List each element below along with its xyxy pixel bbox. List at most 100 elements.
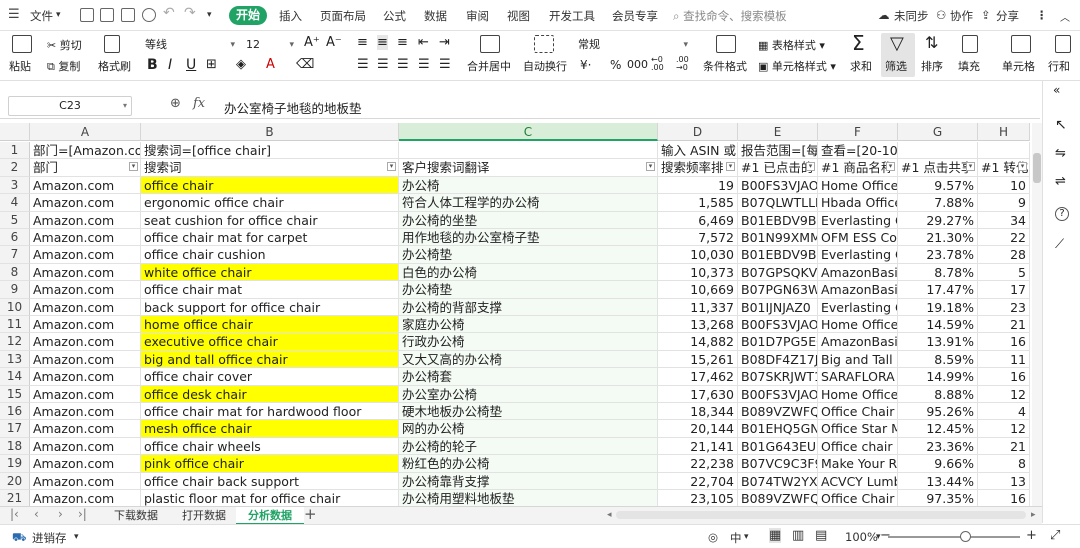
cell-d4[interactable]: 1,585 <box>658 194 738 212</box>
cell-a19[interactable]: Amazon.com <box>30 455 141 473</box>
cell-b7[interactable]: office chair cushion <box>141 246 399 264</box>
cell-b5[interactable]: seat cushion for office chair <box>141 211 399 229</box>
cell-h20[interactable]: 13 <box>978 472 1030 490</box>
cell-g8[interactable]: 8.78% <box>898 263 978 282</box>
page-break-view-icon[interactable]: ▤ <box>815 528 827 543</box>
cell-e12[interactable]: B01D7PG5EC <box>738 333 818 351</box>
filter-button[interactable]: ▽ 筛选 <box>881 33 915 77</box>
inventory-dropdown-icon[interactable]: ▾ <box>74 532 79 542</box>
increase-font-icon[interactable]: A⁺ <box>304 35 320 50</box>
cell-e20[interactable]: B074TW2YXF <box>738 472 818 490</box>
cell-a10[interactable]: Amazon.com <box>30 298 141 316</box>
vertical-scrollbar[interactable] <box>1032 123 1042 506</box>
align-bottom-icon[interactable]: ≡ <box>397 35 408 50</box>
cell-a13[interactable]: Amazon.com <box>30 350 141 369</box>
cell-d21[interactable]: 23,105 <box>658 490 738 506</box>
sheet-tab-open[interactable]: 打开数据 <box>170 507 238 525</box>
cell-icon[interactable] <box>1011 35 1031 53</box>
indent-decrease-icon[interactable]: ⇤ <box>418 35 429 50</box>
currency-icon[interactable]: ¥· <box>580 58 591 72</box>
cell-f9[interactable]: AmazonBasics <box>818 281 898 299</box>
cell-h19[interactable]: 8 <box>978 455 1030 473</box>
cell-c17[interactable]: 网的办公椅 <box>399 420 658 438</box>
cell-g17[interactable]: 12.45% <box>898 420 978 438</box>
align-center-icon[interactable]: ☰ <box>377 57 389 72</box>
column-header-d[interactable]: D <box>658 123 738 141</box>
settings-icon[interactable]: ⇌ <box>1055 174 1069 189</box>
sheet-tab-download[interactable]: 下载数据 <box>102 507 170 525</box>
filter-dropdown-icon[interactable]: ▾ <box>1018 162 1027 172</box>
cell-c11[interactable]: 家庭办公椅 <box>399 316 658 334</box>
cell-b3[interactable]: office chair <box>141 176 399 195</box>
eye-protect-icon[interactable]: ◎ <box>708 530 718 544</box>
prev-sheet-icon[interactable]: ‹ <box>34 507 39 521</box>
cell-h13[interactable]: 11 <box>978 350 1030 369</box>
export-icon[interactable] <box>100 8 114 22</box>
cell-h18[interactable]: 21 <box>978 437 1030 456</box>
cell-f20[interactable]: ACVCY Lumb <box>818 472 898 490</box>
cell-c16[interactable]: 硬木地板办公椅垫 <box>399 403 658 421</box>
cell-c13[interactable]: 又大又高的办公椅 <box>399 350 658 369</box>
fill-button[interactable]: 填充 <box>958 58 980 74</box>
cell-h11[interactable]: 21 <box>978 316 1030 334</box>
cell-a4[interactable]: Amazon.com <box>30 194 141 212</box>
cell-e8[interactable]: B07GPSQKV9 <box>738 263 818 282</box>
add-sheet-icon[interactable]: + <box>304 505 317 523</box>
cell-c2[interactable]: 客户搜索词翻译 ▾ <box>399 159 658 177</box>
sum-button[interactable]: 求和 <box>850 58 872 74</box>
cell-e10[interactable]: B01IJNJAZ0 <box>738 298 818 316</box>
input-mode[interactable]: 中 <box>730 530 742 546</box>
vertical-scroll-thumb[interactable] <box>1033 153 1041 183</box>
quick-access-dropdown-icon[interactable]: ▾ <box>207 10 212 20</box>
cell-f16[interactable]: Office Chair M <box>818 403 898 421</box>
cell-d19[interactable]: 22,238 <box>658 455 738 473</box>
cell-a5[interactable]: Amazon.com <box>30 211 141 229</box>
font-size-select[interactable]: 12 ▾ <box>243 35 297 53</box>
row-header[interactable]: 11 <box>0 316 30 334</box>
thousands-icon[interactable]: 000 <box>627 58 648 71</box>
copy-button[interactable]: ⧉ 复制 <box>47 58 80 74</box>
row-header[interactable]: 9 <box>0 281 30 299</box>
cell-g6[interactable]: 21.30% <box>898 229 978 247</box>
wrap-text-button[interactable]: 自动换行 <box>523 58 567 74</box>
cell-d18[interactable]: 21,141 <box>658 437 738 456</box>
cell-g19[interactable]: 9.66% <box>898 455 978 473</box>
sort-button[interactable]: 排序 <box>921 58 943 74</box>
zoom-in-icon[interactable]: + <box>1026 528 1037 543</box>
cell-f14[interactable]: SARAFLORA C <box>818 368 898 386</box>
cell-b6[interactable]: office chair mat for carpet <box>141 229 399 247</box>
collab-button[interactable]: 协作 <box>950 8 973 24</box>
cell-e18[interactable]: B01G643EU6 <box>738 437 818 456</box>
cell-c19[interactable]: 粉红色的办公椅 <box>399 455 658 473</box>
cell-g13[interactable]: 8.59% <box>898 350 978 369</box>
row-header[interactable]: 8 <box>0 263 30 282</box>
number-format-select[interactable]: 常规 ▾ <box>575 35 691 53</box>
justify-icon[interactable]: ☰ <box>418 57 430 72</box>
scroll-right-icon[interactable]: ▸ <box>1031 510 1036 520</box>
cell-f21[interactable]: Office Chair M <box>818 490 898 506</box>
tab-page-layout[interactable]: 页面布局 <box>320 8 366 24</box>
tab-review[interactable]: 审阅 <box>466 8 489 24</box>
fill-color-icon[interactable]: ◈ <box>236 57 246 72</box>
bold-icon[interactable]: B <box>147 57 158 73</box>
cell-g1[interactable] <box>898 142 978 160</box>
cell-c14[interactable]: 办公椅套 <box>399 368 658 386</box>
merge-center-button[interactable]: 合并居中 <box>467 58 511 74</box>
cell-f13[interactable]: Big and Tall 5 <box>818 350 898 369</box>
cell-a8[interactable]: Amazon.com <box>30 263 141 282</box>
cell-b21[interactable]: plastic floor mat for office chair <box>141 490 399 506</box>
zoom-slider-handle[interactable] <box>960 531 971 542</box>
row-header[interactable]: 4 <box>0 194 30 212</box>
cell-d11[interactable]: 13,268 <box>658 316 738 334</box>
row-header[interactable]: 18 <box>0 437 30 456</box>
cell-c12[interactable]: 行政办公椅 <box>399 333 658 351</box>
cell-d12[interactable]: 14,882 <box>658 333 738 351</box>
cell-h10[interactable]: 23 <box>978 298 1030 316</box>
inventory-link[interactable]: 进销存 <box>32 530 67 546</box>
cell-d2[interactable]: 搜索频率排 ▾ <box>658 159 738 177</box>
cell-c6[interactable]: 用作地毯的办公室椅子垫 <box>399 229 658 247</box>
cell-g14[interactable]: 14.99% <box>898 368 978 386</box>
cell-f18[interactable]: Office chair w <box>818 437 898 456</box>
cell-h7[interactable]: 28 <box>978 246 1030 264</box>
cell-d10[interactable]: 11,337 <box>658 298 738 316</box>
